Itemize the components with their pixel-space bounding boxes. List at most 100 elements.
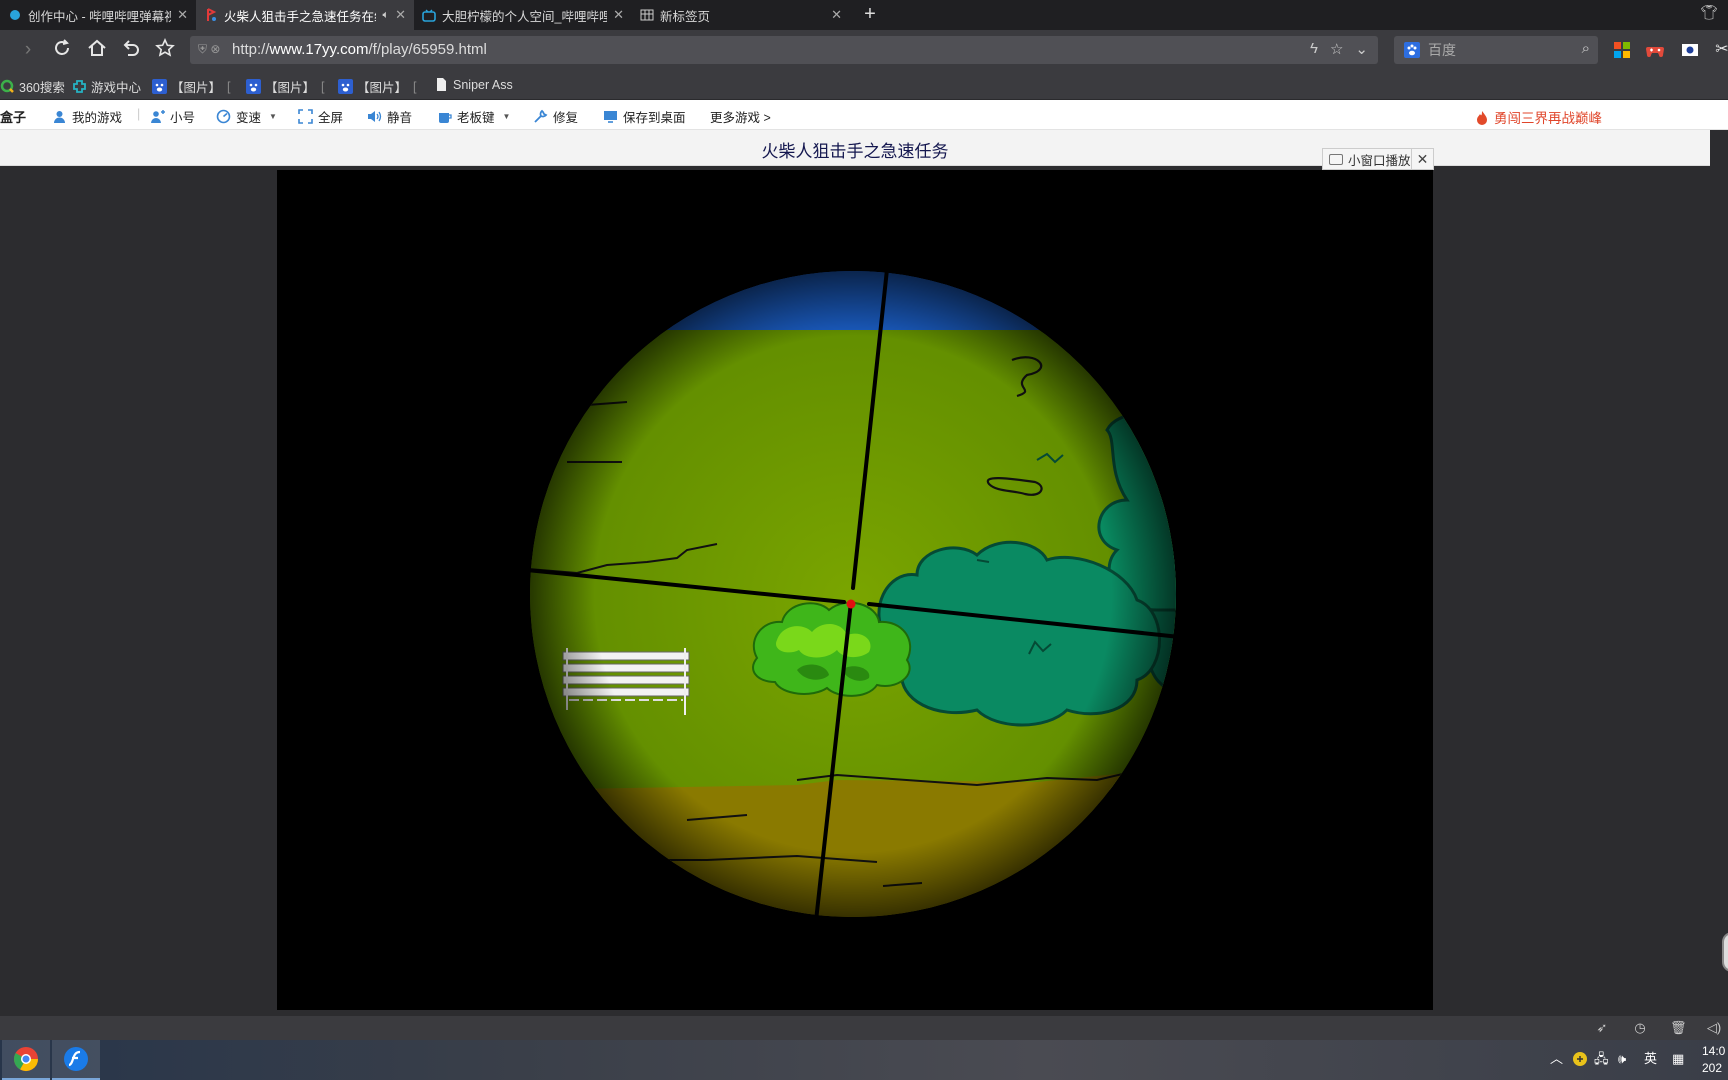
home-icon	[88, 39, 106, 56]
mute-button[interactable]: 静音	[367, 107, 412, 126]
search-input[interactable]	[1426, 40, 1566, 60]
close-icon[interactable]: ✕	[831, 7, 842, 23]
box-brand: 盒子	[0, 110, 27, 125]
address-bar[interactable]: ⛨︎ ⊗ http://www.17yy.com/f/play/65959.ht…	[190, 36, 1378, 64]
history-icon[interactable]: ◷	[1632, 1020, 1648, 1036]
chevron-down-icon[interactable]: ⌄	[1355, 40, 1368, 58]
bookmark-star-icon[interactable]: ☆	[1330, 40, 1343, 58]
tab-title: 创作中心 - 哔哩哔哩弹幕视频	[28, 9, 172, 24]
taskbar-clock[interactable]: 14:0 202	[1702, 1043, 1725, 1077]
close-icon[interactable]: ✕	[395, 7, 406, 23]
wrench-icon	[534, 109, 548, 123]
user-icon	[54, 111, 65, 123]
baidu-paw-icon	[246, 79, 261, 94]
bookmark-images-3[interactable]: 【图片】[	[338, 77, 417, 96]
bookmark-sniper[interactable]: Sniper Ass	[434, 77, 514, 92]
bookmarks-bar: 360搜索 游戏中心 【图片】[ 【图片】[ 【图片】[ Sniper Ass	[0, 70, 1728, 100]
rocket-icon[interactable]: ➶	[1594, 1020, 1610, 1036]
tab-bilibili-space[interactable]: 大胆柠檬的个人空间_哔哩哔哩 ✕	[414, 0, 632, 30]
windows-apps-icon[interactable]	[1612, 40, 1632, 60]
close-icon[interactable]: ✕	[1411, 149, 1433, 169]
grid-icon	[640, 8, 654, 22]
forward-button[interactable]: ›	[16, 38, 40, 62]
bookmark-game-center[interactable]: 游戏中心	[72, 77, 141, 96]
tab-bilibili-creator[interactable]: 创作中心 - 哔哩哔哩弹幕视频 ✕	[0, 0, 196, 30]
lightning-icon[interactable]: ϟ	[1310, 40, 1318, 58]
url-text[interactable]: http://www.17yy.com/f/play/65959.html	[232, 41, 487, 58]
game-page-icon	[204, 8, 218, 22]
close-icon[interactable]: ✕	[613, 7, 624, 23]
flag-icon[interactable]	[1680, 40, 1700, 60]
tab-new[interactable]: 新标签页 ✕	[632, 0, 850, 30]
sniper-scope-view[interactable]	[277, 170, 1433, 1010]
boss-key-button[interactable]: 老板键 ▼	[437, 107, 510, 126]
game-title-bar: 火柴人狙击手之急速任务	[0, 130, 1728, 166]
bilibili-tv-icon	[422, 8, 436, 22]
scissors-icon[interactable]: ✂	[1710, 38, 1728, 62]
network-icon[interactable]: 🖧︎	[1594, 1051, 1609, 1067]
flame-icon	[1477, 110, 1487, 125]
repair-button[interactable]: 修复	[533, 107, 578, 126]
trash-icon[interactable]: 🗑︎	[1670, 1020, 1687, 1036]
volume-icon[interactable]: 🕪︎	[1618, 1051, 1626, 1067]
add-user-icon	[151, 110, 165, 123]
taskbar-flash-button[interactable]	[52, 1040, 100, 1080]
save-to-desktop-button[interactable]: 保存到桌面	[603, 107, 686, 126]
fullscreen-button[interactable]: 全屏	[298, 107, 343, 126]
more-games-link[interactable]: 更多游戏 >	[710, 107, 771, 126]
floating-widget[interactable]	[1722, 932, 1728, 972]
tv-icon	[1329, 153, 1343, 165]
crosshair-dot	[846, 599, 856, 609]
bookmark-images-2[interactable]: 【图片】[	[246, 77, 325, 96]
promo-link[interactable]: 勇闯三界再战巅峰	[1476, 107, 1602, 127]
search-icon[interactable]: ⌕	[1582, 40, 1590, 57]
skin-icon[interactable]: 👕︎	[1700, 4, 1718, 21]
clock-date: 202	[1702, 1061, 1723, 1075]
tray-app-icon[interactable]	[1572, 1051, 1588, 1071]
baidu-paw-icon	[152, 79, 167, 94]
ime-indicator[interactable]: 英	[1644, 1051, 1657, 1067]
navigation-bar: › ⛨︎ ⊗ http://www.17yy.com/f/play/65959.…	[0, 30, 1728, 70]
tray-expand-icon[interactable]: ︿	[1550, 1051, 1563, 1067]
dropdown-caret-icon: ▼	[502, 112, 511, 121]
home-button[interactable]	[85, 38, 109, 62]
360-search-icon	[0, 79, 14, 93]
undo-close-button[interactable]	[119, 38, 143, 62]
tab-title: 火柴人狙击手之急速任务在线	[224, 9, 377, 24]
windows-taskbar: ︿ 🖧︎ 🕪︎ 英 ▦ 14:0 202	[0, 1040, 1728, 1080]
page-scrollbar[interactable]	[1710, 130, 1728, 1016]
game-toolbar: 盒子 我的游戏 | 小号 变速 ▼ 全屏 静音 老板键 ▼ 修复 保存到桌面 更多游…	[0, 100, 1728, 225]
bookmark-images-1[interactable]: 【图片】[	[152, 77, 231, 96]
clock-time: 14:0	[1702, 1044, 1726, 1058]
security-shield-icon: ⛨︎ ⊗	[198, 42, 221, 56]
tab-title: 新标签页	[660, 9, 711, 24]
browser-status-bar: ➶ ◷ 🗑︎ ◁)	[0, 1016, 1728, 1040]
bilibili-icon	[8, 8, 22, 22]
bookmark-360-search[interactable]: 360搜索	[0, 77, 65, 96]
reload-icon	[55, 39, 69, 55]
reload-button[interactable]	[50, 38, 74, 62]
taskbar-browser-button[interactable]	[2, 1040, 50, 1080]
dropdown-caret-icon: ▼	[269, 112, 277, 121]
alt-account-button[interactable]: 小号	[150, 107, 195, 126]
tab-game[interactable]: 火柴人狙击手之急速任务在线 🔈︎ ✕	[196, 0, 414, 30]
favorite-button[interactable]	[153, 38, 177, 62]
new-tab-button[interactable]: +	[858, 3, 882, 27]
tab-title: 大胆柠檬的个人空间_哔哩哔哩	[442, 9, 608, 24]
keyboard-grid-icon[interactable]: ▦	[1672, 1051, 1684, 1067]
fullscreen-icon	[298, 109, 313, 124]
game-canvas[interactable]	[277, 170, 1433, 1010]
mini-window-button[interactable]: 小窗口播放 ✕	[1322, 148, 1434, 170]
my-games-button[interactable]: 我的游戏	[52, 107, 122, 126]
baidu-paw-icon	[338, 79, 353, 94]
speed-button[interactable]: 变速 ▼	[216, 107, 277, 126]
gamepad-icon[interactable]	[1645, 40, 1665, 60]
page-icon	[437, 78, 446, 91]
volume-icon[interactable]: ◁)	[1706, 1020, 1722, 1036]
flash-icon	[64, 1047, 88, 1071]
search-box: ⌕	[1394, 36, 1598, 64]
speed-icon	[216, 109, 231, 124]
close-icon[interactable]: ✕	[177, 7, 188, 23]
speaker-icon[interactable]: 🔈︎	[382, 9, 389, 22]
toolbar-divider: |	[137, 107, 141, 121]
